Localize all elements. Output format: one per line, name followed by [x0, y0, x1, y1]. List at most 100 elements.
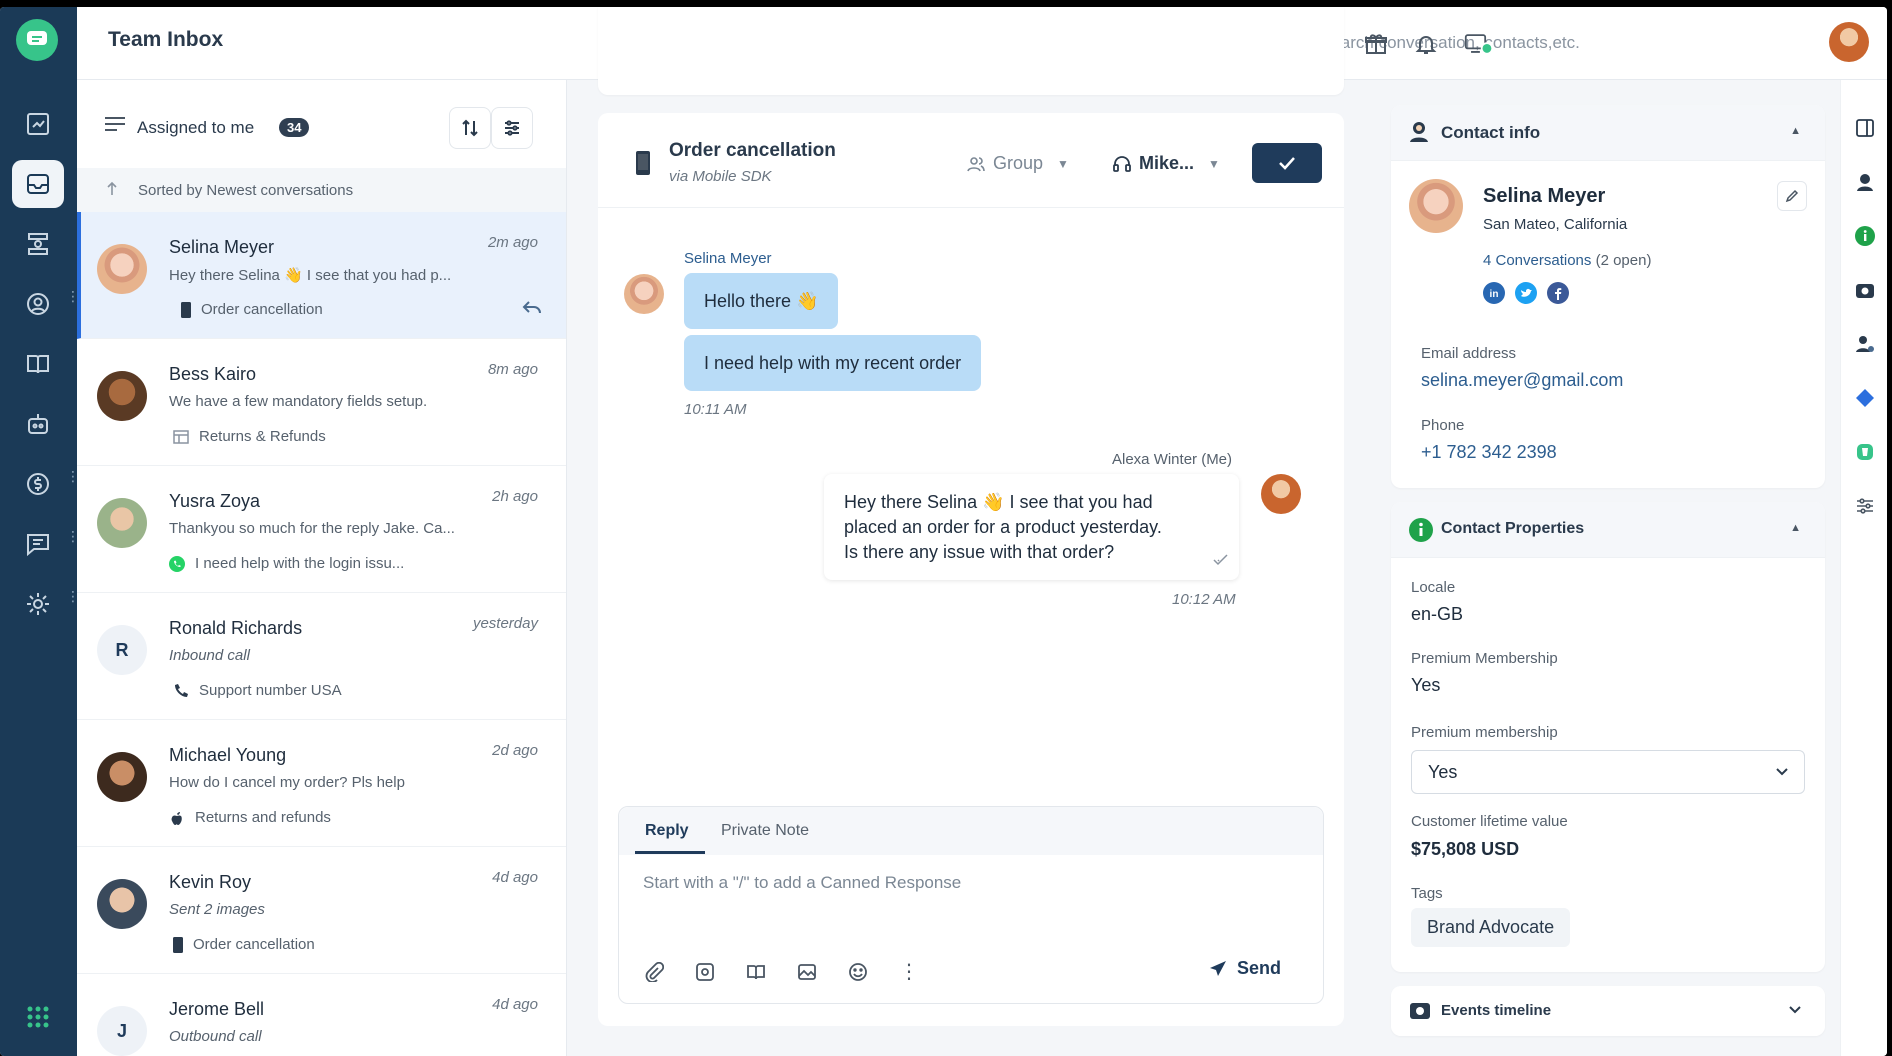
- camera-icon[interactable]: [1853, 278, 1877, 302]
- filter-icon: [505, 120, 519, 136]
- mobile-icon: [173, 936, 183, 953]
- read-check-icon: [1213, 554, 1228, 566]
- avatar: [97, 752, 147, 802]
- conversation-item-ronald-richards[interactable]: R Ronald Richards yesterday Inbound call…: [77, 593, 566, 720]
- tab-private-note[interactable]: Private Note: [721, 822, 809, 840]
- message-bubble: I need help with my recent order: [684, 335, 982, 391]
- image-icon[interactable]: [794, 959, 820, 985]
- svg-text:in: in: [1490, 289, 1499, 300]
- tag-chip[interactable]: Brand Advocate: [1411, 908, 1571, 947]
- nav-inbox-icon[interactable]: [12, 160, 64, 208]
- email-link[interactable]: selina.meyer@gmail.com: [1421, 370, 1623, 391]
- avatar: [97, 244, 147, 294]
- send-icon: [1210, 960, 1226, 976]
- chevron-up-icon[interactable]: ▲: [1790, 125, 1801, 137]
- conversation-item-bess-kairo[interactable]: Bess Kairo 8m ago We have a few mandator…: [77, 339, 566, 466]
- message-preview: Outbound call: [169, 1028, 262, 1045]
- nav-billing-icon[interactable]: [12, 460, 64, 508]
- conversation-item-kevin-roy[interactable]: Kevin Roy 4d ago Sent 2 images Order can…: [77, 847, 566, 974]
- availability-status-icon[interactable]: [1464, 29, 1494, 59]
- more-options-icon[interactable]: ⋮: [896, 959, 922, 985]
- nav-bot-icon[interactable]: [12, 400, 64, 448]
- events-timeline-header[interactable]: Events timeline: [1391, 986, 1825, 1036]
- events-timeline-card[interactable]: Events timeline: [1391, 986, 1825, 1036]
- left-nav-rail: ⋮ ⋮ ⋮ ⋮: [0, 7, 80, 1056]
- sort-info: Sorted by Newest conversations: [77, 168, 566, 212]
- conversation-meta: Returns & Refunds: [173, 428, 326, 445]
- sort-button[interactable]: [449, 107, 491, 149]
- avatar: [97, 879, 147, 929]
- menu-icon[interactable]: [105, 116, 125, 132]
- conversations-link[interactable]: 4 Conversations: [1483, 252, 1591, 269]
- edit-contact-button[interactable]: [1777, 181, 1807, 211]
- nav-messages-icon[interactable]: [12, 520, 64, 568]
- message-sender: Selina Meyer: [684, 250, 772, 267]
- contact-name: Bess Kairo: [169, 364, 257, 384]
- search-bar[interactable]: [1284, 25, 1704, 61]
- mobile-icon: [636, 151, 650, 175]
- phone-icon: [175, 683, 188, 697]
- nav-contacts-icon[interactable]: [12, 280, 64, 328]
- inbox-label: Returns & Refunds: [199, 428, 326, 445]
- assign-user-icon[interactable]: [1853, 332, 1877, 356]
- attachment-icon[interactable]: [641, 959, 667, 985]
- email-label: Email address: [1421, 345, 1517, 362]
- panel-toggle-icon[interactable]: [1853, 116, 1877, 140]
- avatar: J: [97, 1006, 147, 1056]
- reply-input[interactable]: [643, 873, 1303, 933]
- nav-workflows-icon[interactable]: [12, 220, 64, 268]
- inbox-label: Order cancellation: [193, 936, 315, 953]
- conversation-item-michael-young[interactable]: Michael Young 2d ago How do I cancel my …: [77, 720, 566, 847]
- emoji-icon[interactable]: [845, 959, 871, 985]
- timestamp: yesterday: [472, 615, 538, 632]
- inbox-label: Returns and refunds: [195, 809, 331, 826]
- reply-composer: Reply Private Note Start with a "/" to a…: [618, 806, 1324, 1004]
- timestamp: 8m ago: [487, 361, 538, 378]
- inbox-label: Order cancellation: [201, 301, 323, 318]
- contact-name: Michael Young: [169, 745, 287, 765]
- send-label: Send: [1237, 958, 1282, 978]
- group-selector[interactable]: Group ▼: [967, 153, 1069, 174]
- gift-icon[interactable]: [1361, 29, 1391, 59]
- premium-membership-select[interactable]: Yes: [1411, 750, 1805, 794]
- conversation-meta: Order cancellation: [173, 936, 315, 953]
- conversation-item-yusra-zoya[interactable]: Yusra Zoya 2h ago Thankyou so much for t…: [77, 466, 566, 593]
- right-tool-rail: [1840, 80, 1887, 1056]
- phone-link[interactable]: +1 782 342 2398: [1421, 442, 1557, 463]
- filter-button[interactable]: [491, 107, 533, 149]
- facebook-icon[interactable]: [1547, 282, 1569, 304]
- settings-sliders-icon[interactable]: [1853, 494, 1877, 518]
- canned-response-icon[interactable]: [692, 959, 718, 985]
- message-preview: We have a few mandatory fields setup.: [169, 393, 428, 410]
- filter-label[interactable]: Assigned to me: [137, 118, 254, 138]
- user-avatar[interactable]: [1829, 22, 1869, 62]
- contact-info-header[interactable]: Contact info ▲: [1391, 105, 1825, 161]
- apps-grid-icon[interactable]: [12, 993, 64, 1041]
- contact-icon: [1410, 122, 1428, 142]
- contact-icon[interactable]: [1853, 170, 1877, 194]
- notification-bell-icon[interactable]: [1411, 29, 1441, 59]
- knowledge-base-icon[interactable]: [743, 959, 769, 985]
- chevron-up-icon[interactable]: ▲: [1790, 522, 1801, 534]
- conversation-item-jerome-bell[interactable]: J Jerome Bell 4d ago Outbound call: [77, 974, 566, 1056]
- nav-settings-icon[interactable]: [12, 580, 64, 628]
- info-icon[interactable]: [1853, 224, 1877, 248]
- timestamp: 2d ago: [492, 742, 538, 759]
- send-button[interactable]: Send: [1209, 958, 1281, 979]
- twitter-icon[interactable]: [1515, 282, 1537, 304]
- tab-reply[interactable]: Reply: [645, 822, 689, 840]
- shopify-icon[interactable]: [1853, 440, 1877, 464]
- locale-label: Locale: [1411, 579, 1456, 596]
- nav-reports-icon[interactable]: [12, 100, 64, 148]
- integration-diamond-icon[interactable]: [1853, 386, 1877, 410]
- inbox-label: Support number USA: [199, 682, 342, 699]
- contact-properties-header[interactable]: Contact Properties ▲: [1391, 502, 1825, 558]
- linkedin-icon[interactable]: in: [1483, 282, 1505, 304]
- app-logo-icon[interactable]: [16, 19, 58, 61]
- conversation-meta: Returns and refunds: [169, 809, 331, 826]
- nav-knowledge-icon[interactable]: [12, 340, 64, 388]
- resolve-button[interactable]: [1252, 143, 1322, 183]
- conversation-item-selina-meyer[interactable]: Selina Meyer 2m ago Hey there Selina 👋 I…: [77, 212, 566, 339]
- agent-selector[interactable]: Mike... ▼: [1113, 153, 1220, 174]
- whatsapp-icon: [169, 555, 185, 572]
